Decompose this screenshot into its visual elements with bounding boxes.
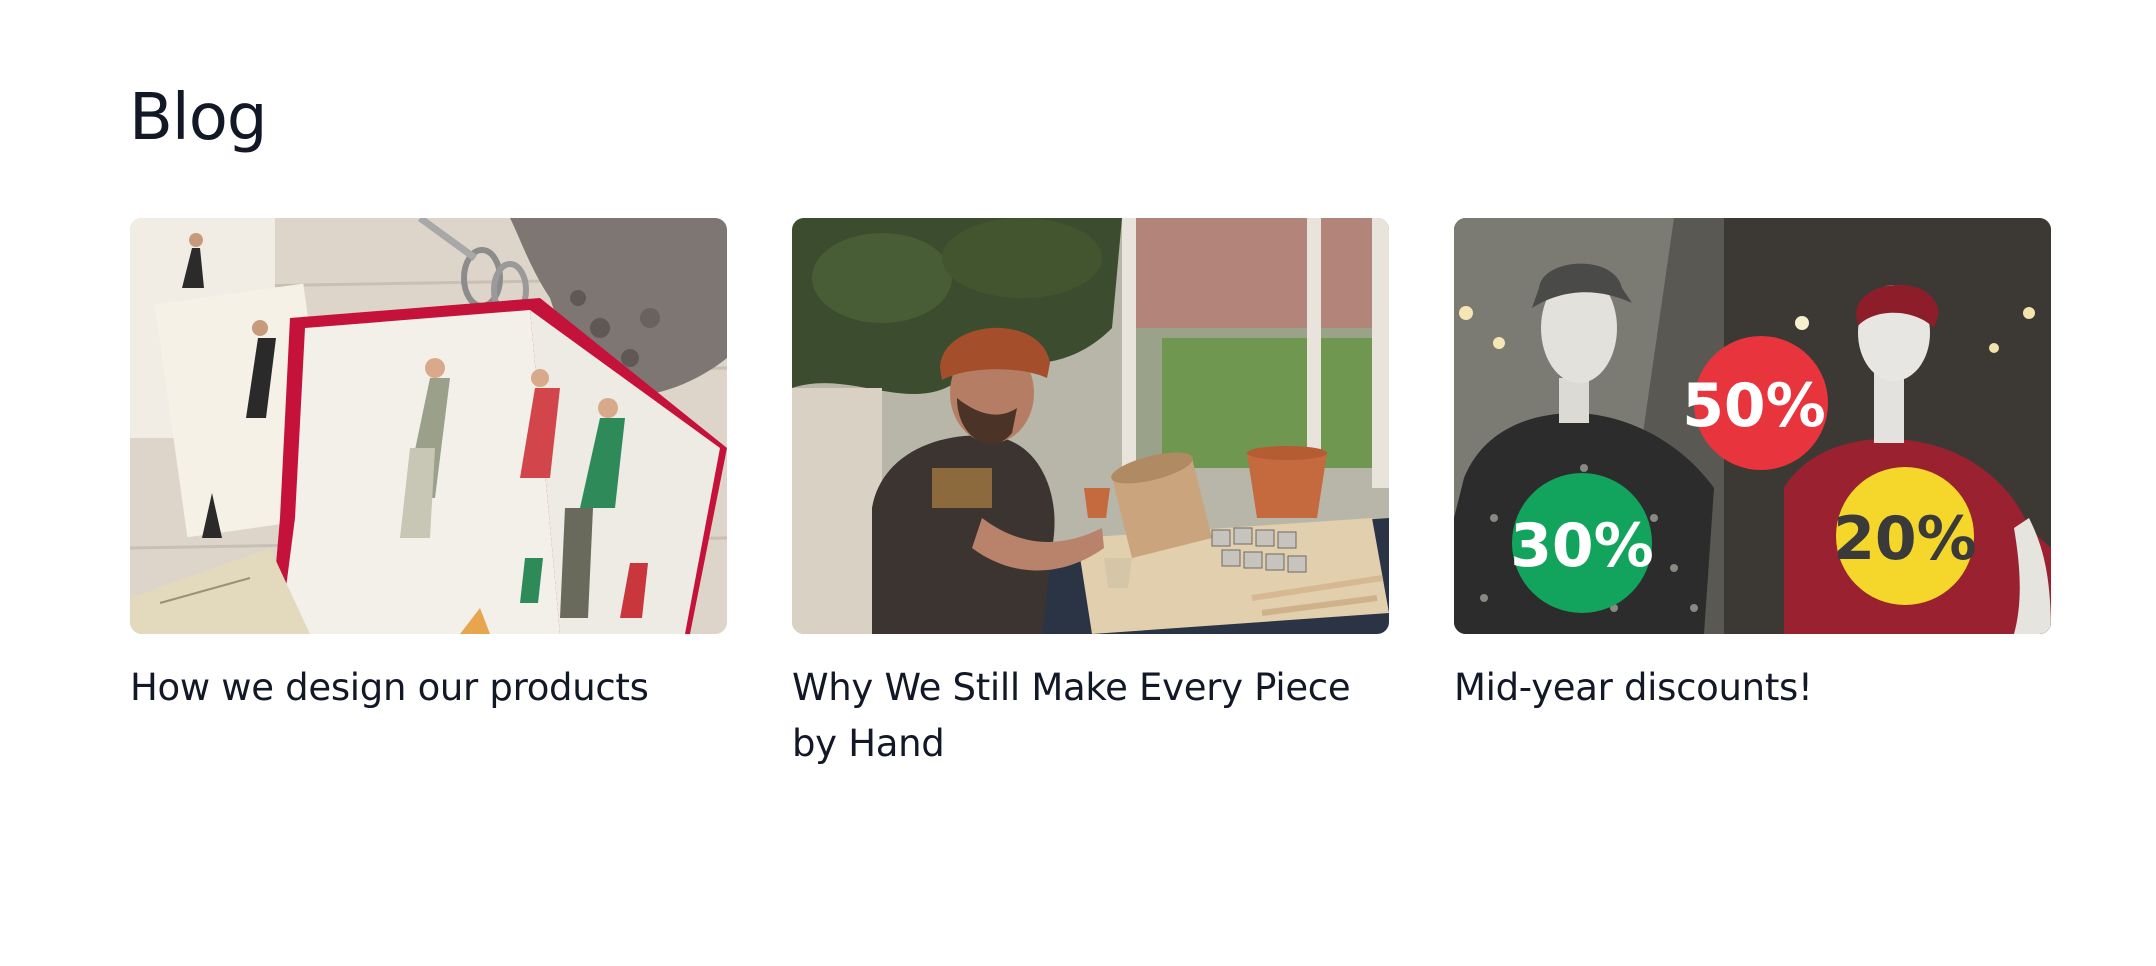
post-title[interactable]: Why We Still Make Every Piece by Hand <box>792 660 1389 772</box>
post-image-fashion-sketches[interactable] <box>130 218 727 634</box>
blog-section: Blog How we design our products Why We S… <box>0 0 2156 966</box>
section-title: Blog <box>129 81 267 155</box>
post-image-potter[interactable] <box>792 218 1389 634</box>
discount-badge-50: 50% <box>1682 371 1826 441</box>
discount-badge-20: 20% <box>1833 504 1977 574</box>
post-title[interactable]: How we design our products <box>130 660 727 716</box>
blog-post-list: How we design our products Why We Still … <box>130 218 2051 772</box>
blog-post-card[interactable]: Why We Still Make Every Piece by Hand <box>792 218 1389 772</box>
post-image-sale-mannequins[interactable]: 50% 30% 20% <box>1454 218 2051 634</box>
post-title[interactable]: Mid-year discounts! <box>1454 660 2051 716</box>
blog-post-card[interactable]: 50% 30% 20% Mid-year discounts! <box>1454 218 2051 772</box>
blog-post-card[interactable]: How we design our products <box>130 218 727 772</box>
discount-badge-30: 30% <box>1510 511 1654 581</box>
